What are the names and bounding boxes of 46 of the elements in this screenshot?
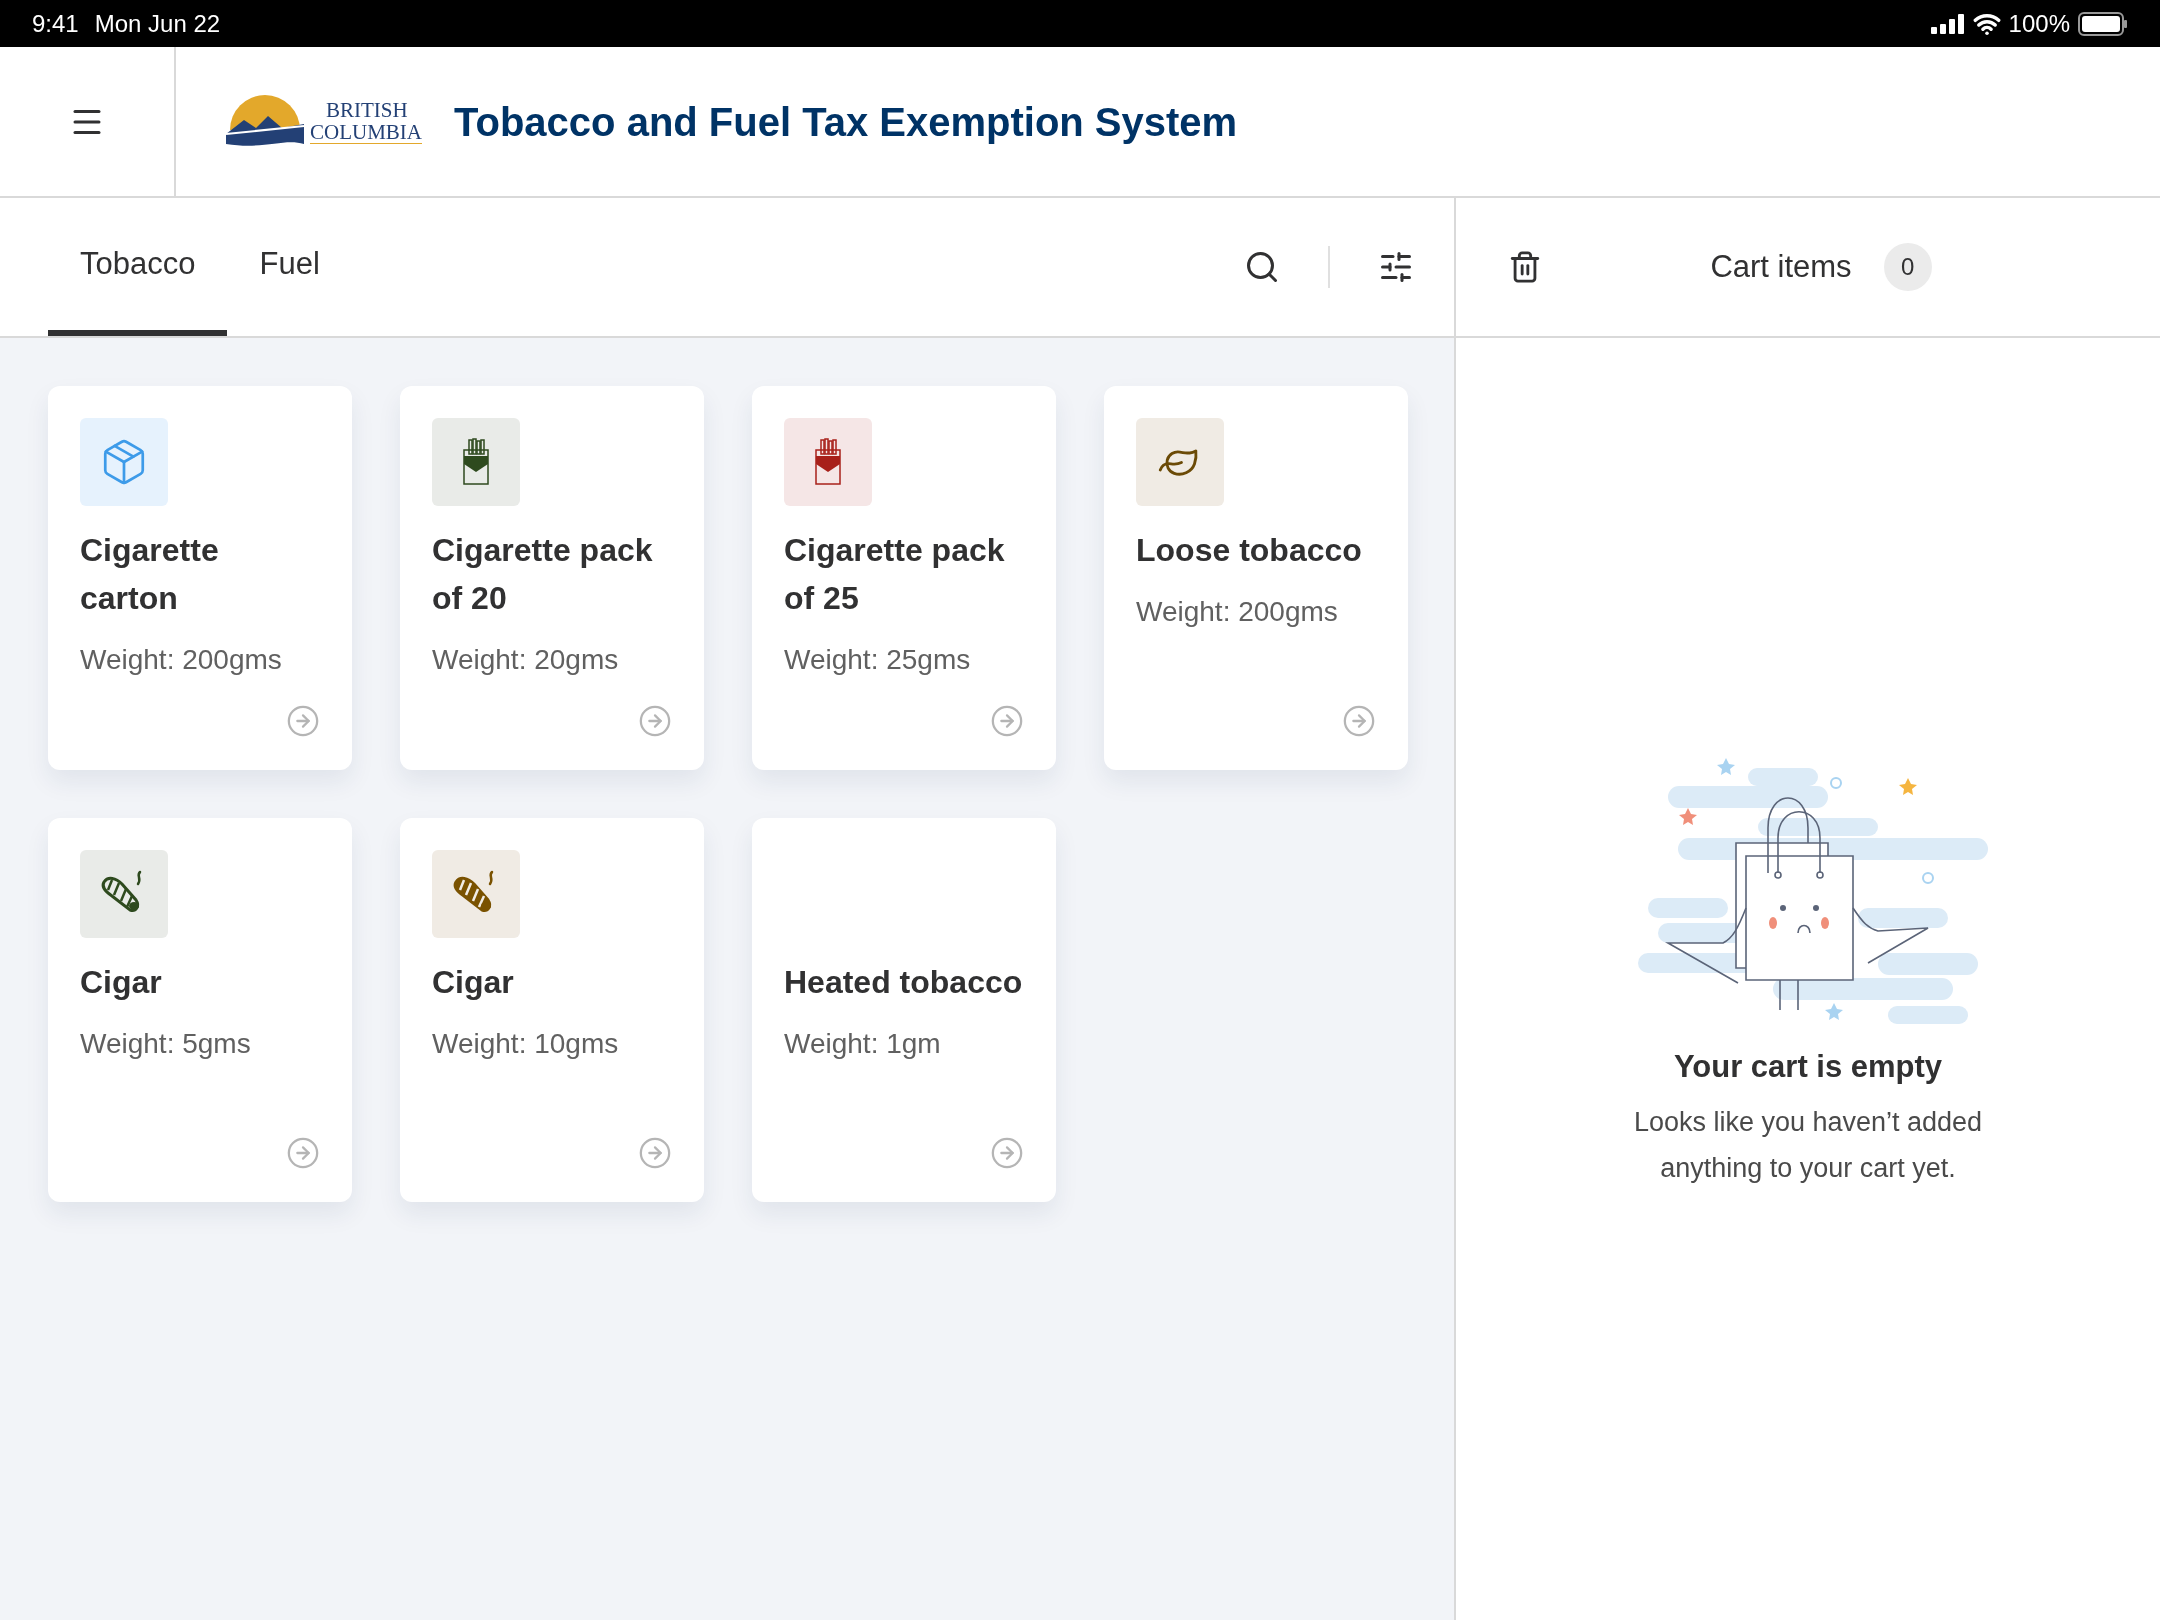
empty-cart-title: Your cart is empty [1673,1048,1943,1086]
product-name: Cigarette pack of 25 [784,531,1006,618]
logo-text: COLUMBIA [310,121,422,143]
cigarette-pack-icon [461,438,491,486]
arrow-right-icon[interactable] [638,704,672,738]
product-name: Cigarette pack of 20 [432,531,654,618]
product-card[interactable]: Loose tobacco Weight: 200gms [1104,386,1408,770]
product-name: Cigarette carton [80,531,220,618]
arrow-right-icon[interactable] [990,704,1024,738]
product-card[interactable]: Cigarette carton Weight: 200gms [48,386,352,770]
arrow-right-icon[interactable] [638,1136,672,1170]
search-icon [1244,249,1280,285]
product-card[interactable]: Cigar Weight: 10gms [400,818,704,1202]
product-weight: Weight: 5gms [80,1027,252,1061]
product-card[interactable]: Heated tobacco Weight: 1gm [752,818,1056,1202]
arrow-right-icon[interactable] [990,1136,1024,1170]
product-weight: Weight: 200gms [1136,595,1339,629]
cart-count-badge: 0 [1883,243,1932,291]
product-name: Cigar [432,963,515,1002]
product-weight: Weight: 25gms [784,643,972,677]
product-card[interactable]: Cigar Weight: 5gms [48,818,352,1202]
product-weight: Weight: 10gms [432,1027,620,1061]
status-date: Mon Jun 22 [94,8,221,39]
product-name: Cigar [80,963,163,1002]
product-name: Heated tobacco [784,963,1024,1002]
signal-icon [1930,13,1965,34]
cigarette-pack-icon [813,438,843,486]
product-card[interactable]: Cigarette pack of 25 Weight: 25gms [752,386,1056,770]
product-card[interactable]: Cigarette pack of 20 Weight: 20gms [400,386,704,770]
arrow-right-icon[interactable] [1342,704,1376,738]
sliders-icon [1378,249,1414,285]
app-title: Tobacco and Fuel Tax Exemption System [454,98,1238,146]
trash-icon [1508,250,1542,284]
battery-icon [2078,11,2128,36]
empty-cart-message: Looks like you haven’t added anything to your cart yet. [1632,1105,1984,1185]
product-weight: Weight: 200gms [80,643,283,677]
product-name: Loose tobacco [1136,531,1363,570]
product-weight: Weight: 20gms [432,643,620,677]
arrow-right-icon[interactable] [286,704,320,738]
category-tab[interactable]: Fuel [227,198,352,336]
logo-text: BRITISH [325,99,409,121]
product-weight: Weight: 1gm [784,1027,942,1061]
arrow-right-icon[interactable] [286,1136,320,1170]
status-time: 9:41 [32,8,79,39]
cart-title: Cart items [1710,247,1852,286]
battery-percent: 100% [2008,8,2070,39]
